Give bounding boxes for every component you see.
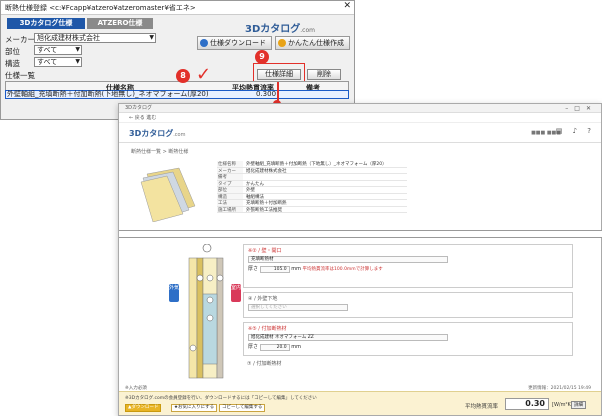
block-header: ⑦ / 付加断熱材	[247, 361, 282, 367]
info-key: 構造	[217, 193, 243, 200]
thickness-unit: mm	[291, 266, 301, 272]
breadcrumb[interactable]: 断熱仕様一覧 > 断熱仕様	[131, 148, 188, 155]
thickness-input[interactable]: 105.0	[259, 266, 290, 273]
spec-download-button[interactable]: 仕様ダウンロード	[197, 36, 272, 50]
delete-button[interactable]: 削除	[307, 69, 341, 80]
info-key: メーカー	[217, 167, 243, 174]
close-icon[interactable]: ✕	[343, 1, 351, 11]
wall-base-block: ④ / 外壁下地 選択してください	[243, 292, 573, 318]
maker-select[interactable]: 旭化成建材株式会社 ▼	[34, 33, 156, 43]
site-logo-text: 3Dカタログ	[129, 129, 174, 138]
info-value: 充填断熱＋付加断熱	[246, 201, 287, 206]
plus-icon	[278, 39, 286, 47]
download-icon	[200, 39, 208, 47]
3d-catalog-logo: 3Dカタログ.com	[245, 20, 325, 35]
struct-select[interactable]: すべて ▼	[34, 57, 82, 67]
maker-select-value: 旭化成建材株式会社	[37, 34, 100, 42]
browser-nav[interactable]: ← 戻る 進む	[119, 113, 601, 123]
logo-text: 3Dカタログ	[245, 24, 301, 35]
info-value: 旭化成建材株式会社	[246, 168, 287, 174]
window-title: 断熱仕様登録 <c:¥Fcapp¥atzero¥atzeromaster¥省エネ…	[5, 4, 196, 12]
info-key: 部位	[217, 187, 243, 193]
logo-suffix: .com	[300, 27, 315, 34]
chevron-down-icon: ▼	[149, 34, 154, 41]
header-icons[interactable]: ▤ ♪ ?	[556, 127, 595, 135]
tab-atzero[interactable]: ATZERO仕様	[87, 18, 153, 29]
u-value-display: 0.30	[505, 398, 549, 410]
thickness-note: 平均熱貫流率は100.0mmで計算します	[302, 267, 383, 272]
footer-message: ※3Dカタログ.comの会員登録を行い、ダウンロードするには「コピーして編集」し…	[125, 396, 317, 401]
spec-registration-window: 断熱仕様登録 <c:¥Fcapp¥atzero¥atzeromaster¥省エネ…	[0, 0, 355, 120]
browser-window: 3Dカタログ –□✕ ← 戻る 進む 3Dカタログ.com ■■■ ■■■ ▤ …	[118, 103, 602, 416]
info-value: 外壁軸組_充填断熱＋付加断熱（下地無し）_ネオマフォーム（厚20）	[246, 162, 387, 167]
window-controls[interactable]: –□✕	[565, 104, 597, 113]
additional-material-block: ⑦ / 付加断熱材	[243, 358, 573, 382]
simple-spec-create-button[interactable]: かんたん仕様作成	[275, 36, 350, 50]
info-key: 施工場所	[217, 206, 243, 213]
site-logo-suffix: .com	[173, 132, 186, 138]
row-spec-value: 0.300	[256, 90, 277, 98]
row-spec-name: 外壁軸組_充填断熱＋付加断熱(下地無し)_ネオマフォーム(厚20)	[7, 90, 209, 98]
table-row[interactable]: 外壁軸組_充填断熱＋付加断熱(下地無し)_ネオマフォーム(厚20) 0.300	[5, 90, 349, 99]
callout-8: 8	[176, 69, 190, 83]
checkmark-icon: ✓	[196, 64, 212, 85]
part-select[interactable]: すべて ▼	[34, 45, 82, 55]
part-select-value: すべて	[37, 46, 58, 54]
maker-label: メーカー	[5, 35, 35, 44]
detail-button[interactable]: 詳細	[571, 401, 586, 409]
info-value: かんたん	[246, 181, 264, 187]
info-value: 軸組構法	[246, 194, 264, 200]
tab-3d-catalog[interactable]: 3Dカタログ仕様	[7, 18, 85, 29]
thickness-input[interactable]: 20.0	[259, 344, 290, 351]
window-titlebar: 断熱仕様登録 <c:¥Fcapp¥atzero¥atzeromaster¥省エネ…	[1, 1, 354, 15]
browser-tab-title: 3Dカタログ	[125, 105, 153, 111]
wall-base-select[interactable]: 選択してください	[248, 304, 348, 311]
download-button[interactable]: ▲ダウンロード	[125, 404, 162, 412]
spec-download-label: 仕様ダウンロード	[210, 39, 266, 47]
wall-panel-image	[140, 167, 196, 222]
info-key: 仕様名称	[217, 161, 243, 167]
favorite-button[interactable]: ★お気に入りにする	[171, 404, 218, 412]
copy-edit-button[interactable]: コピーして編集する	[219, 404, 266, 412]
spec-info-table: 仕様名称 外壁軸組_充填断熱＋付加断熱（下地無し）_ネオマフォーム（厚20） メー…	[217, 161, 407, 213]
spec-list-label: 仕様一覧	[5, 71, 35, 80]
block-header: ※⑤ / 付加断熱材	[248, 326, 287, 332]
outside-label: 外気	[169, 284, 179, 302]
struct-label: 構造	[5, 59, 20, 68]
info-key: 工法	[217, 200, 243, 206]
wall-opening-block: ※② / 壁・開口 充填断熱材 厚さ 105.0 mm 平均熱貫流率は100.0…	[243, 244, 573, 288]
block-header: ④ / 外壁下地	[248, 296, 278, 302]
site-header: 3Dカタログ.com ■■■ ■■■ ▤ ♪ ?	[119, 123, 601, 143]
insulation-select[interactable]: 充填断熱材	[248, 256, 448, 263]
footer-action-bar: ※3Dカタログ.comの会員登録を行い、ダウンロードするには「コピーして編集」し…	[119, 391, 601, 415]
info-key: 備考	[217, 174, 243, 180]
browser-titlebar: 3Dカタログ –□✕	[119, 104, 601, 113]
block-header: ※② / 壁・開口	[248, 248, 282, 254]
inside-label: 室内	[231, 284, 241, 302]
wall-section-diagram	[188, 244, 224, 379]
part-label: 部位	[5, 47, 20, 56]
thickness-unit: mm	[291, 344, 301, 350]
u-value-label: 平均熱貫流率	[465, 404, 499, 410]
u-value-unit: [W/m²K]	[552, 402, 573, 408]
callout-9: 9	[255, 50, 269, 64]
thickness-label: 厚さ	[248, 344, 259, 350]
site-logo[interactable]: 3Dカタログ.com	[129, 128, 186, 139]
info-key: タイプ	[217, 180, 243, 187]
info-value: 外張断熱工法推奨	[246, 207, 282, 213]
callout-connector	[277, 82, 279, 102]
additional-insulation-block: ※⑤ / 付加断熱材 旭化成建材 ネオマフォーム ZZ 厚さ 20.0 mm	[243, 322, 573, 356]
info-value: 外壁	[246, 188, 255, 193]
info-row: 施工場所 外張断熱工法推奨	[217, 206, 407, 213]
chevron-down-icon: ▼	[75, 46, 80, 53]
cut-divider	[119, 230, 602, 238]
info-value	[243, 174, 246, 180]
highlight-box	[253, 63, 305, 83]
struct-select-value: すべて	[37, 58, 58, 66]
additional-insulation-select[interactable]: 旭化成建材 ネオマフォーム ZZ	[248, 334, 448, 341]
thickness-label: 厚さ	[248, 266, 259, 272]
simple-spec-label: かんたん仕様作成	[288, 39, 344, 47]
chevron-down-icon: ▼	[75, 58, 80, 65]
